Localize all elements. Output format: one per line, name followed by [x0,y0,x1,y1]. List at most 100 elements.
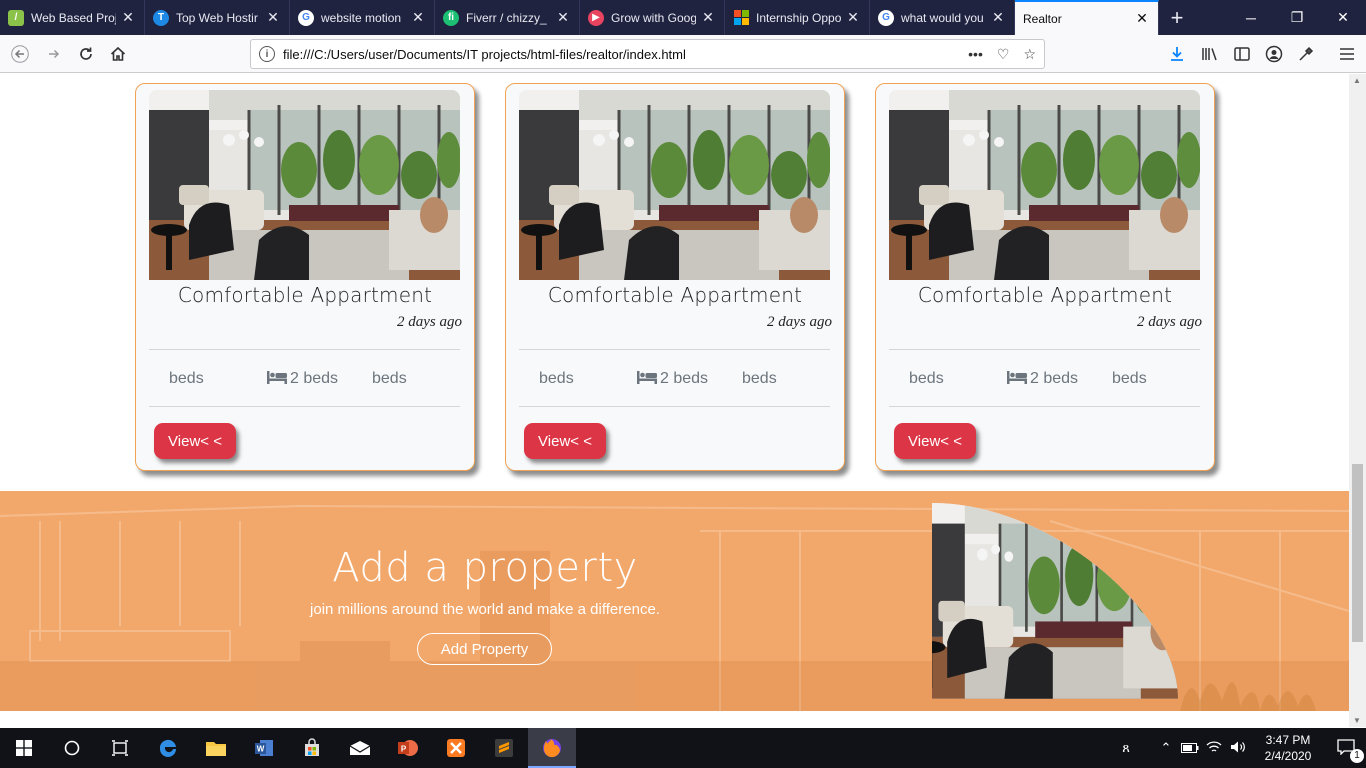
fiverr-favicon-icon: fi [443,9,459,26]
scroll-down-arrow-icon[interactable]: ▼ [1353,716,1361,725]
feature-left: beds [909,370,944,387]
forward-arrow-icon[interactable] [40,40,68,68]
close-tab-icon[interactable]: ✕ [700,9,716,26]
hamburger-menu-icon[interactable] [1333,40,1361,68]
xampp-icon[interactable] [432,728,480,768]
new-tab-plus-icon[interactable]: + [1159,0,1195,35]
tab-fiverr[interactable]: fi Fiverr / chizzy_ ✕ [435,0,580,35]
home-icon[interactable] [104,40,132,68]
firefox-icon[interactable] [528,728,576,768]
sublime-text-icon[interactable] [480,728,528,768]
close-tab-icon[interactable]: ✕ [845,9,861,26]
windows-start-icon[interactable] [0,728,48,768]
downloads-icon[interactable] [1163,40,1191,68]
tab-label: Internship Oppo [756,10,841,25]
volume-icon[interactable] [1226,740,1250,757]
eyedropper-icon[interactable] [1292,40,1320,68]
tab-what-would-you[interactable]: G what would you ✕ [870,0,1015,35]
people-icon[interactable]: ጸ [1114,740,1138,756]
notification-count-badge: 1 [1350,748,1364,763]
property-title: Comfortable Appartment [547,283,803,307]
tab-web-based-projects[interactable]: / Web Based Proj ✕ [0,0,145,35]
tab-internship-opportunities[interactable]: Internship Oppo ✕ [725,0,870,35]
tab-top-web-hosting[interactable]: T Top Web Hostir ✕ [145,0,290,35]
address-bar[interactable]: i file:///C:/Users/user/Documents/IT pro… [250,39,1045,69]
web-page: Comfortable Appartment 2 days ago beds 2… [0,74,1349,727]
divider [889,406,1200,407]
close-tab-icon[interactable]: ✕ [410,9,426,26]
tab-realtor[interactable]: Realtor ✕ [1015,0,1159,35]
feature-beds: 2 beds [637,370,708,388]
divider [519,406,830,407]
property-photo [889,90,1200,280]
search-circle-icon[interactable] [48,728,96,768]
add-property-button[interactable]: Add Property [417,633,552,665]
view-button[interactable]: View< < [894,423,976,459]
url-text: file:///C:/Users/user/Documents/IT proje… [283,46,686,62]
property-title: Comfortable Appartment [917,283,1173,307]
close-tab-icon[interactable]: ✕ [990,9,1006,26]
sidebar-icon[interactable] [1228,40,1256,68]
store-icon[interactable] [288,728,336,768]
back-arrow-icon[interactable] [6,40,34,68]
bed-icon [267,371,287,384]
view-button[interactable]: View< < [524,423,606,459]
reload-icon[interactable] [72,40,100,68]
browser-navigation-bar: i file:///C:/Users/user/Documents/IT pro… [0,35,1366,73]
site-info-icon[interactable]: i [259,46,275,62]
clock-date: 2/4/2020 [1264,749,1312,763]
page-scrollbar[interactable]: ▲ ▼ [1349,74,1366,727]
add-property-banner: Add a property join millions around the … [0,491,1349,711]
minimize-icon[interactable]: ─ [1228,0,1274,35]
clock-time: 3:47 PM [1265,733,1311,747]
feature-right: beds [1112,370,1147,387]
account-icon[interactable] [1260,40,1288,68]
window-controls: ─ ❐ ✕ [1228,0,1366,35]
tab-website-motion[interactable]: G website motion ✕ [290,0,435,35]
bookmark-star-icon[interactable]: ☆ [1023,46,1036,63]
posted-time: 2 days ago [1137,314,1202,330]
tab-grow-with-google[interactable]: ▶ Grow with Goog ✕ [580,0,725,35]
banner-title: Add a property [332,545,638,591]
feature-left: beds [169,370,204,387]
feature-beds-text: 2 beds [290,370,339,387]
divider [149,406,460,407]
scrollbar-thumb[interactable] [1352,464,1363,642]
tab-label: Web Based Proj [31,10,116,25]
scroll-up-arrow-icon[interactable]: ▲ [1353,76,1361,85]
system-clock[interactable]: 3:47 PM 2/4/2020 [1250,732,1326,764]
task-view-icon[interactable] [96,728,144,768]
notification-center-icon[interactable]: 1 [1326,738,1366,763]
svg-text:P: P [401,745,407,754]
leaf-shaped-property-image [932,503,1178,699]
google-favicon-icon: G [298,9,314,26]
feature-beds-text: 2 beds [1030,370,1079,387]
edge-browser-icon[interactable] [144,728,192,768]
chevron-up-icon[interactable]: ⌃ [1154,740,1178,756]
close-tab-icon[interactable]: ✕ [120,9,136,26]
close-window-icon[interactable]: ✕ [1320,0,1366,35]
divider [889,349,1200,350]
powerpoint-icon[interactable]: P [384,728,432,768]
property-card: Comfortable Appartment 2 days ago beds 2… [875,83,1215,471]
close-tab-icon[interactable]: ✕ [1134,10,1150,27]
system-tray: ጸ ⌃ 3:47 PM 2/4/2020 1 [1114,728,1366,768]
play-favicon-icon: ▶ [588,9,604,26]
wifi-icon[interactable] [1202,740,1226,757]
page-actions-icon[interactable]: ••• [968,46,983,63]
view-button[interactable]: View< < [154,423,236,459]
property-card: Comfortable Appartment 2 days ago beds 2… [135,83,475,471]
browser-tab-strip: / Web Based Proj ✕ T Top Web Hostir ✕ G … [0,0,1366,35]
close-tab-icon[interactable]: ✕ [265,9,281,26]
close-tab-icon[interactable]: ✕ [555,9,571,26]
battery-icon[interactable] [1178,741,1202,756]
mail-icon[interactable] [336,728,384,768]
pocket-icon[interactable]: ♡ [997,46,1010,63]
file-explorer-icon[interactable] [192,728,240,768]
posted-time: 2 days ago [397,314,462,330]
word-icon[interactable]: W [240,728,288,768]
library-icon[interactable] [1196,40,1224,68]
restore-icon[interactable]: ❐ [1274,0,1320,35]
windows-taskbar: W P ጸ ⌃ 3:47 PM 2/4/2020 1 [0,728,1366,768]
property-title: Comfortable Appartment [177,283,433,307]
